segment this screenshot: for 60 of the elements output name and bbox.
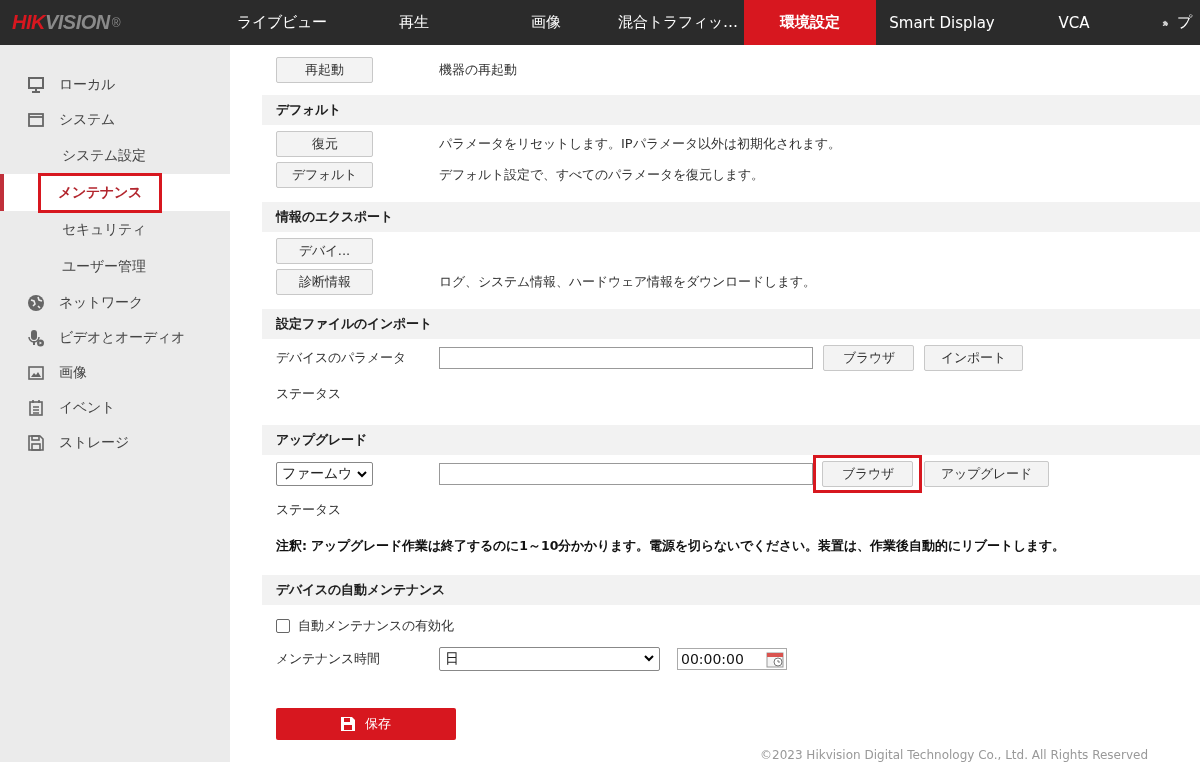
section-header: 情報のエクスポート bbox=[262, 201, 1200, 232]
nav-tab[interactable]: Smart Display bbox=[876, 0, 1008, 45]
nav-tab[interactable]: ライブビュー bbox=[216, 0, 348, 45]
section-header: デバイスの自動メンテナンス bbox=[262, 574, 1200, 605]
action-button[interactable]: デバイ... bbox=[276, 238, 373, 265]
field-label: メンテナンス時間 bbox=[276, 649, 380, 668]
sidebar-subitem[interactable]: システム設定 bbox=[0, 137, 230, 174]
nav-tab[interactable]: 混合トラフィッ… bbox=[612, 0, 744, 45]
chevron-down-icon bbox=[644, 655, 654, 663]
sidebar-item[interactable]: システム bbox=[0, 102, 230, 137]
globe-icon bbox=[27, 293, 45, 312]
checkbox[interactable] bbox=[276, 619, 290, 634]
file-type-dropdown[interactable]: ファームウ bbox=[276, 462, 373, 487]
action-button[interactable]: デフォルト bbox=[276, 162, 373, 189]
nav-tab[interactable]: VCA bbox=[1008, 0, 1140, 45]
reboot-button[interactable]: 再起動 bbox=[276, 56, 373, 83]
upgrade-note: 注釈: アップグレード作業は終了するのに1～10分かかります。電源を切らないでください。装置は、作業後自動的にリブートします。 bbox=[276, 538, 1066, 556]
nav-tab[interactable]: 再生 bbox=[348, 0, 480, 45]
microphone-icon bbox=[27, 328, 45, 347]
section-header: デフォルト bbox=[262, 94, 1200, 125]
description-text: 機器の再起動 bbox=[439, 60, 517, 79]
sidebar-subitem[interactable]: ユーザー管理 bbox=[0, 248, 230, 285]
field-label: デバイスのパラメータ bbox=[276, 349, 406, 368]
copyright-text: ©2023 Hikvision Digital Technology Co., Ltd. All Rights Reserved bbox=[760, 748, 1149, 762]
time-field[interactable]: 00:00:00 bbox=[677, 647, 787, 670]
status-label: ステータス bbox=[276, 500, 341, 519]
sidebar-item[interactable]: ビデオとオーディオ bbox=[0, 320, 230, 355]
chevron-down-icon bbox=[357, 470, 367, 478]
calendar-icon bbox=[766, 649, 784, 668]
description-text: デフォルト設定で、すべてのパラメータを復元します。 bbox=[439, 166, 764, 185]
action-button[interactable]: 復元 bbox=[276, 131, 373, 158]
sidebar-subitem[interactable]: メンテナンス bbox=[0, 174, 230, 211]
window-icon bbox=[27, 110, 45, 129]
sidebar-subitem[interactable]: セキュリティ bbox=[0, 211, 230, 248]
save-button[interactable]: 保存 bbox=[276, 707, 456, 740]
browse-button[interactable]: ブラウザ bbox=[822, 461, 913, 488]
sidebar-item[interactable]: イベント bbox=[0, 390, 230, 425]
section-header: 設定ファイルのインポート bbox=[262, 308, 1200, 339]
sidebar-item[interactable]: ストレージ bbox=[0, 425, 230, 460]
file-button[interactable]: インポート bbox=[924, 345, 1023, 372]
nav-tab[interactable]: プ bbox=[1140, 0, 1192, 45]
nav-tab[interactable]: 環境設定 bbox=[744, 0, 876, 45]
checkbox-label: 自動メンテナンスの有効化 bbox=[298, 617, 454, 636]
description-text: パラメータをリセットします。IPパラメータ以外は初期化されます。 bbox=[439, 135, 841, 154]
sidebar-item[interactable]: ローカル bbox=[0, 67, 230, 102]
section-header: アップグレード bbox=[262, 424, 1200, 455]
file-button[interactable]: アップグレード bbox=[924, 461, 1049, 488]
file-path-field[interactable] bbox=[439, 463, 813, 486]
description-text: ログ、システム情報、ハードウェア情報をダウンロードします。 bbox=[439, 273, 816, 292]
sidebar-item[interactable]: 画像 bbox=[0, 355, 230, 390]
monitor-icon bbox=[27, 75, 45, 94]
calendar-icon bbox=[27, 398, 45, 417]
nav-tab[interactable]: 画像 bbox=[480, 0, 612, 45]
sidebar-item[interactable]: ネットワーク bbox=[0, 285, 230, 320]
file-button[interactable]: ブラウザ bbox=[823, 345, 914, 372]
image-icon bbox=[27, 363, 45, 382]
day-dropdown[interactable]: 日 bbox=[439, 646, 660, 671]
status-label: ステータス bbox=[276, 384, 341, 403]
file-path-field[interactable] bbox=[439, 347, 813, 370]
action-button[interactable]: 診断情報 bbox=[276, 269, 373, 296]
